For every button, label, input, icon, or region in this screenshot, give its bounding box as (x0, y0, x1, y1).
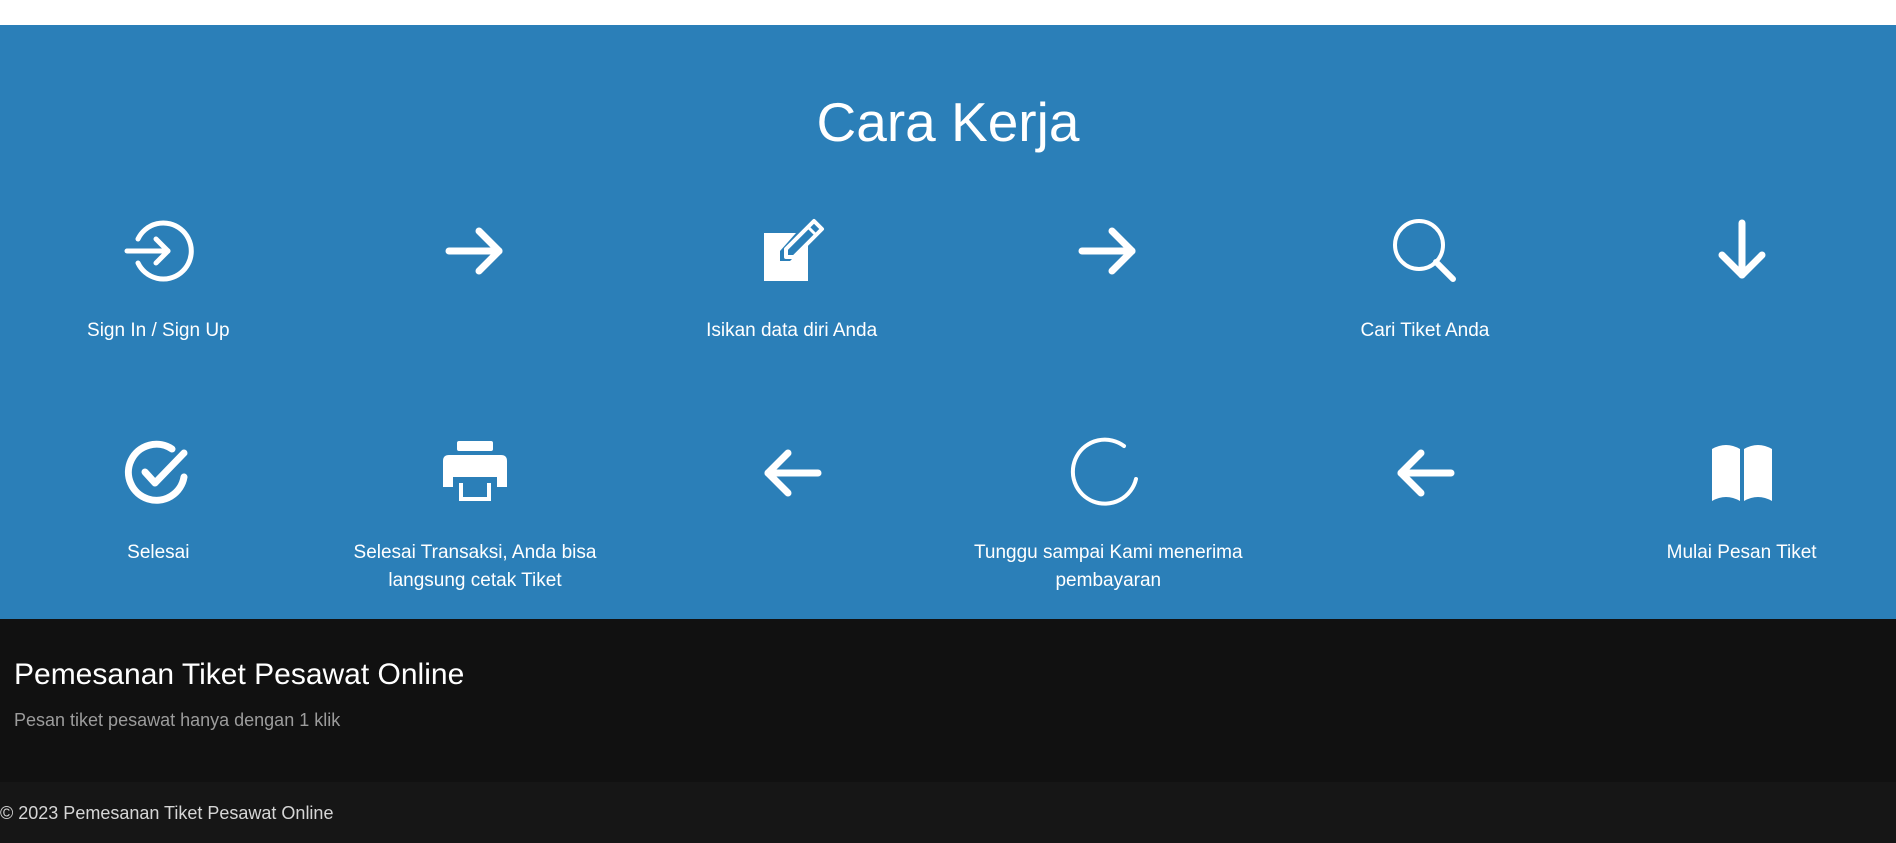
arrow-left-icon (1385, 433, 1465, 513)
step-search: Cari Tiket Anda (1267, 211, 1584, 345)
copyright-text: © 2023 Pemesanan Tiket Pesawat Online (0, 803, 334, 823)
step-start-booking: Mulai Pesan Tiket (1583, 433, 1896, 595)
edit-icon (752, 211, 832, 291)
step-label: Sign In / Sign Up (87, 320, 230, 341)
step-wait-payment: Tunggu sampai Kami menerima pembayaran (950, 433, 1267, 595)
loading-circle-icon (1068, 433, 1148, 513)
step-label: Cari Tiket Anda (1360, 320, 1490, 341)
step-label: Selesai Transaksi, Anda bisa langsung ce… (353, 542, 597, 591)
step-label: Isikan data diri Anda (706, 320, 878, 341)
arrow-right-icon (1068, 211, 1148, 291)
step-arrow (950, 211, 1267, 345)
how-it-works-section: Cara Kerja Sign In / Sign Up Isikan data… (0, 25, 1896, 619)
footer-tagline: Pesan tiket pesawat hanya dengan 1 klik (14, 710, 341, 730)
step-label: Tunggu sampai Kami menerima pembayaran (974, 542, 1243, 591)
site-footer: Pemesanan Tiket Pesawat Online Pesan tik… (0, 619, 1896, 782)
arrow-down-icon (1702, 211, 1782, 291)
footer-brand-title: Pemesanan Tiket Pesawat Online (14, 658, 465, 691)
steps-row-2: Selesai Selesai Transaksi, Anda bisa lan… (0, 433, 1896, 595)
footer-bottom-bar: © 2023 Pemesanan Tiket Pesawat Online (0, 782, 1896, 843)
step-sign-in: Sign In / Sign Up (0, 211, 317, 345)
step-done: Selesai (0, 433, 317, 595)
step-arrow (633, 433, 950, 595)
check-circle-icon (118, 433, 198, 513)
step-fill-data: Isikan data diri Anda (633, 211, 950, 345)
search-icon (1385, 211, 1465, 291)
section-title: Cara Kerja (816, 91, 1080, 153)
printer-icon (435, 433, 515, 513)
arrow-right-icon (435, 211, 515, 291)
arrow-left-icon (752, 433, 832, 513)
step-arrow (1267, 433, 1584, 595)
step-arrow (1583, 211, 1896, 345)
sign-in-icon (118, 211, 198, 291)
top-strip (0, 0, 1896, 25)
step-label: Mulai Pesan Tiket (1666, 542, 1817, 563)
step-print: Selesai Transaksi, Anda bisa langsung ce… (317, 433, 634, 595)
steps-row-1: Sign In / Sign Up Isikan data diri Anda (0, 211, 1896, 345)
step-label: Selesai (127, 542, 190, 563)
book-open-icon (1702, 433, 1782, 513)
step-arrow (317, 211, 634, 345)
